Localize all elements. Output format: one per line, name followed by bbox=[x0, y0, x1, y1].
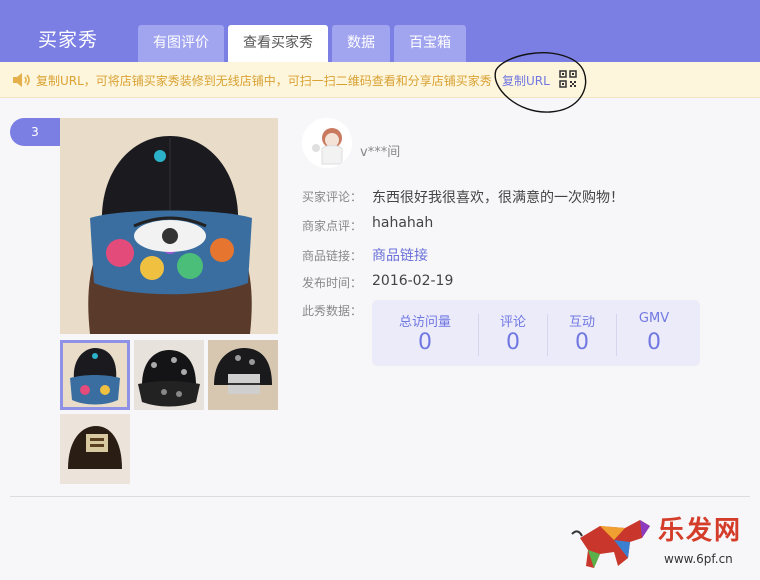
avatar bbox=[302, 118, 352, 168]
stat-interactions: 互动 0 bbox=[548, 300, 616, 366]
publish-time-value: 2016-02-19 bbox=[372, 273, 454, 289]
post-index-badge: 3 bbox=[10, 118, 60, 146]
stat-label: 评论 bbox=[499, 315, 526, 330]
show-data-label: 此秀数据： bbox=[302, 304, 363, 318]
thumbnail-1[interactable] bbox=[60, 340, 130, 410]
notice-bar: 复制URL，可将店铺买家秀装修到无线店铺中，可扫一扫二维码查看和分享店铺买家秀 … bbox=[0, 62, 760, 98]
publish-time-label: 发布时间： bbox=[302, 276, 363, 290]
tab-view-buyer-show[interactable]: 查看买家秀 bbox=[228, 25, 328, 62]
stat-value: 0 bbox=[647, 330, 661, 355]
stat-label: 总访问量 bbox=[398, 315, 451, 330]
stat-gmv: GMV 0 bbox=[617, 300, 691, 366]
stat-comments: 评论 0 bbox=[479, 300, 547, 366]
watermark-url: www.6pf.cn bbox=[664, 552, 733, 566]
product-link-label: 商品链接： bbox=[302, 249, 363, 263]
watermark-logo-text: 乐发网 bbox=[658, 516, 743, 546]
buyer-review-label: 买家评论： bbox=[302, 190, 363, 204]
seller-comment-label: 商家点评： bbox=[302, 219, 363, 233]
username[interactable]: v***间 bbox=[360, 141, 400, 160]
stat-value: 0 bbox=[506, 330, 520, 355]
top-nav-bar: 买家秀 有图评价 查看买家秀 数据 百宝箱 bbox=[0, 0, 760, 62]
stat-value: 0 bbox=[418, 330, 432, 355]
hand-drawn-circle-annotation bbox=[494, 52, 587, 113]
tab-data[interactable]: 数据 bbox=[332, 25, 390, 62]
stat-label: 互动 bbox=[568, 315, 595, 330]
product-link[interactable]: 商品链接 bbox=[372, 245, 428, 265]
main-product-photo[interactable] bbox=[60, 118, 278, 334]
speaker-icon bbox=[13, 73, 30, 87]
notice-text: 复制URL，可将店铺买家秀装修到无线店铺中，可扫一扫二维码查看和分享店铺买家秀 bbox=[36, 74, 492, 88]
stats-panel: 总访问量 0 评论 0 互动 0 GMV 0 bbox=[372, 300, 700, 366]
thumbnail-3[interactable] bbox=[208, 340, 278, 410]
tab-image-reviews[interactable]: 有图评价 bbox=[138, 25, 224, 62]
stat-label: GMV bbox=[638, 311, 670, 326]
stat-value: 0 bbox=[575, 330, 589, 355]
thumbnail-4[interactable] bbox=[60, 414, 130, 484]
tab-toolbox[interactable]: 百宝箱 bbox=[394, 25, 466, 62]
watermark-bull-logo bbox=[571, 520, 650, 568]
app-title: 买家秀 bbox=[38, 29, 99, 51]
thumbnail-2[interactable] bbox=[134, 340, 204, 410]
section-divider bbox=[10, 496, 750, 497]
stat-total-visits: 总访问量 0 bbox=[372, 300, 478, 366]
buyer-review-value: 东西很好我很喜欢，很满意的一次购物！ bbox=[372, 190, 624, 206]
seller-comment-value: hahahah bbox=[372, 215, 434, 231]
